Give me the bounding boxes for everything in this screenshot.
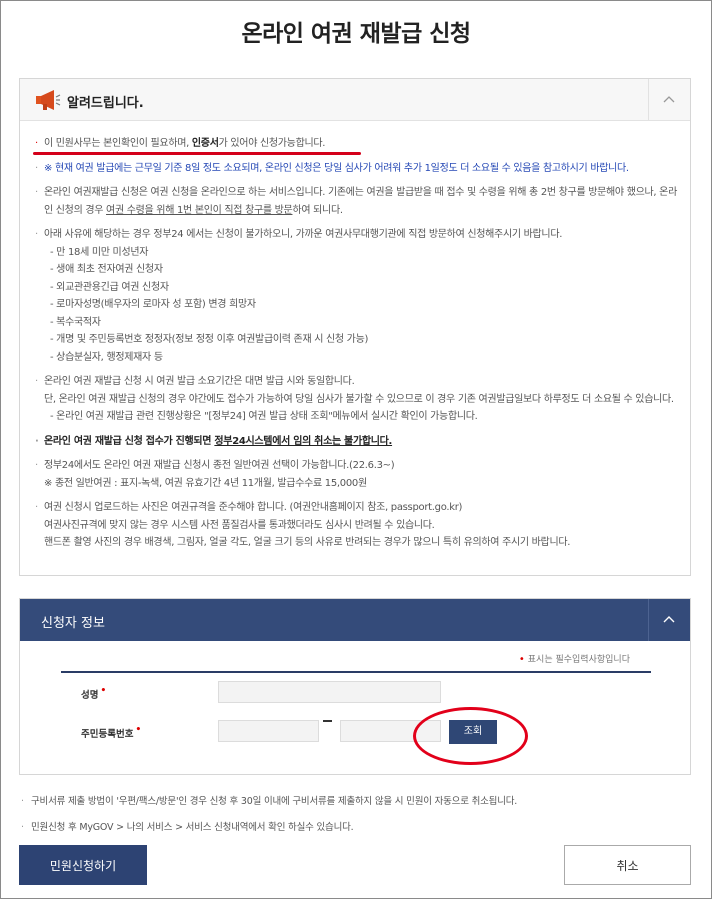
chevron-up-icon bbox=[663, 96, 675, 103]
form-divider bbox=[61, 671, 651, 673]
notice-item-restrictions: 아래 사유에 해당하는 경우 정부24 에서는 신청이 불가하오니, 가까운 여… bbox=[34, 226, 684, 366]
notice-text: 아래 사유에 해당하는 경우 정부24 에서는 신청이 불가하오니, 가까운 여… bbox=[44, 229, 563, 240]
annotation-underline bbox=[33, 152, 361, 155]
submit-application-button[interactable]: 민원신청하기 bbox=[19, 845, 147, 885]
name-label-text: 성명 bbox=[81, 690, 99, 701]
megaphone-icon bbox=[36, 90, 61, 110]
notice-text: 온라인 여권 재발급 신청 시 여권 발급 소요기간은 대면 발급 시와 동일합… bbox=[44, 376, 674, 405]
list-item: - 외교관관용긴급 여권 신청자 bbox=[50, 281, 169, 293]
restriction-list: - 만 18세 미만 미성년자 - 생애 최초 전자여권 신청자 - 외교관관용… bbox=[44, 244, 684, 367]
list-item: - 개명 및 주민등록번호 정정자(정보 정정 이후 여권발급이력 존재 시 신… bbox=[50, 334, 369, 345]
certificate-emphasis: 인증서 bbox=[191, 138, 219, 149]
applicant-title: 신청자 정보 bbox=[41, 616, 105, 631]
rrn-separator bbox=[323, 720, 332, 722]
list-item: - 만 18세 미만 미성년자 bbox=[50, 246, 149, 258]
applicant-panel: 신청자 정보 • 표시는 필수입력사항입니다 성명 • 주민등록번호 • 조회 bbox=[19, 598, 691, 775]
notice-item-photo: 여권 신청시 업로드하는 사진은 여권규격을 준수해야 합니다. (여권안내홈페… bbox=[34, 499, 684, 552]
required-note: • 표시는 필수입력사항입니다 bbox=[519, 652, 630, 665]
notice-item-duration: 온라인 여권 재발급 신청 시 여권 발급 소요기간은 대면 발급 시와 동일합… bbox=[34, 373, 684, 426]
required-mark: • bbox=[135, 725, 142, 735]
list-item: - 상습분실자, 행정제재자 등 bbox=[50, 351, 163, 363]
required-note-text: 표시는 필수입력사항입니다 bbox=[527, 655, 630, 665]
applicant-collapse-button[interactable] bbox=[648, 599, 690, 641]
annotation-circle bbox=[413, 707, 528, 765]
required-mark: • bbox=[518, 654, 525, 665]
rrn-label: 주민등록번호 • bbox=[81, 725, 142, 740]
footnote-item: 민원신청 후 MyGOV > 나의 서비스 > 서비스 신청내역에서 확인 하실… bbox=[19, 815, 517, 841]
footnotes: 구비서류 제출 방법이 '우편/팩스/방문'인 경우 신청 후 30일 이내에 … bbox=[19, 789, 517, 841]
name-field[interactable] bbox=[218, 681, 441, 703]
list-item: - 온라인 여권 재발급 관련 진행상황은 "[정부24] 여권 발급 상태 조… bbox=[50, 411, 478, 422]
notice-text: 온라인 여권 재발급 신청 접수가 진행되면 bbox=[44, 435, 215, 447]
notice-item-auth: 이 민원사무는 본인확인이 필요하며, 인증서가 있어야 신청가능합니다. bbox=[34, 135, 684, 153]
page-title: 온라인 여권 재발급 신청 bbox=[241, 21, 471, 47]
list-item: - 복수국적자 bbox=[50, 316, 101, 328]
notice-underline: 정부24시스템에서 임의 취소는 불가합니다. bbox=[214, 435, 393, 447]
cancel-button[interactable]: 취소 bbox=[564, 845, 691, 885]
notice-body: 이 민원사무는 본인확인이 필요하며, 인증서가 있어야 신청가능합니다. ※ … bbox=[34, 135, 684, 559]
notice-underline: 여권 수령을 위해 1번 본인이 직접 창구를 방문 bbox=[106, 204, 293, 216]
notice-item-processing-time: ※ 현재 여권 발급에는 근무일 기준 8일 정도 소요되며, 온라인 신청은 … bbox=[34, 160, 684, 178]
notice-item-service-desc: 온라인 여권재발급 신청은 여권 신청을 온라인으로 하는 서비스입니다. 기존… bbox=[34, 184, 684, 219]
notice-item-no-cancel: 온라인 여권 재발급 신청 접수가 진행되면 정부24시스템에서 임의 취소는 … bbox=[34, 433, 684, 451]
list-item: - 생애 최초 전자여권 신청자 bbox=[50, 264, 163, 275]
notice-title: 알려드립니다. bbox=[67, 96, 144, 111]
list-item: - 로마자성명(배우자의 로마자 성 포함) 변경 희망자 bbox=[50, 299, 256, 310]
name-label: 성명 • bbox=[81, 686, 107, 701]
rrn-label-text: 주민등록번호 bbox=[81, 729, 134, 740]
rrn-front-field[interactable] bbox=[218, 720, 319, 742]
required-mark: • bbox=[100, 686, 107, 696]
notice-text: 하여 되니다. bbox=[292, 204, 343, 216]
notice-collapse-button[interactable] bbox=[648, 79, 690, 121]
notice-text: 가 있어야 신청가능합니다. bbox=[218, 138, 326, 149]
applicant-header[interactable]: 신청자 정보 bbox=[20, 599, 690, 641]
notice-header[interactable]: 알려드립니다. bbox=[20, 79, 690, 121]
notice-item-legacy-passport: 정부24에서도 온라인 여권 재발급 신청시 종전 일반여권 선택이 가능합니다… bbox=[34, 457, 684, 492]
chevron-up-icon bbox=[663, 616, 675, 623]
notice-text: 이 민원사무는 본인확인이 필요하며, bbox=[44, 138, 192, 149]
footnote-item: 구비서류 제출 방법이 '우편/팩스/방문'인 경우 신청 후 30일 이내에 … bbox=[19, 789, 517, 815]
